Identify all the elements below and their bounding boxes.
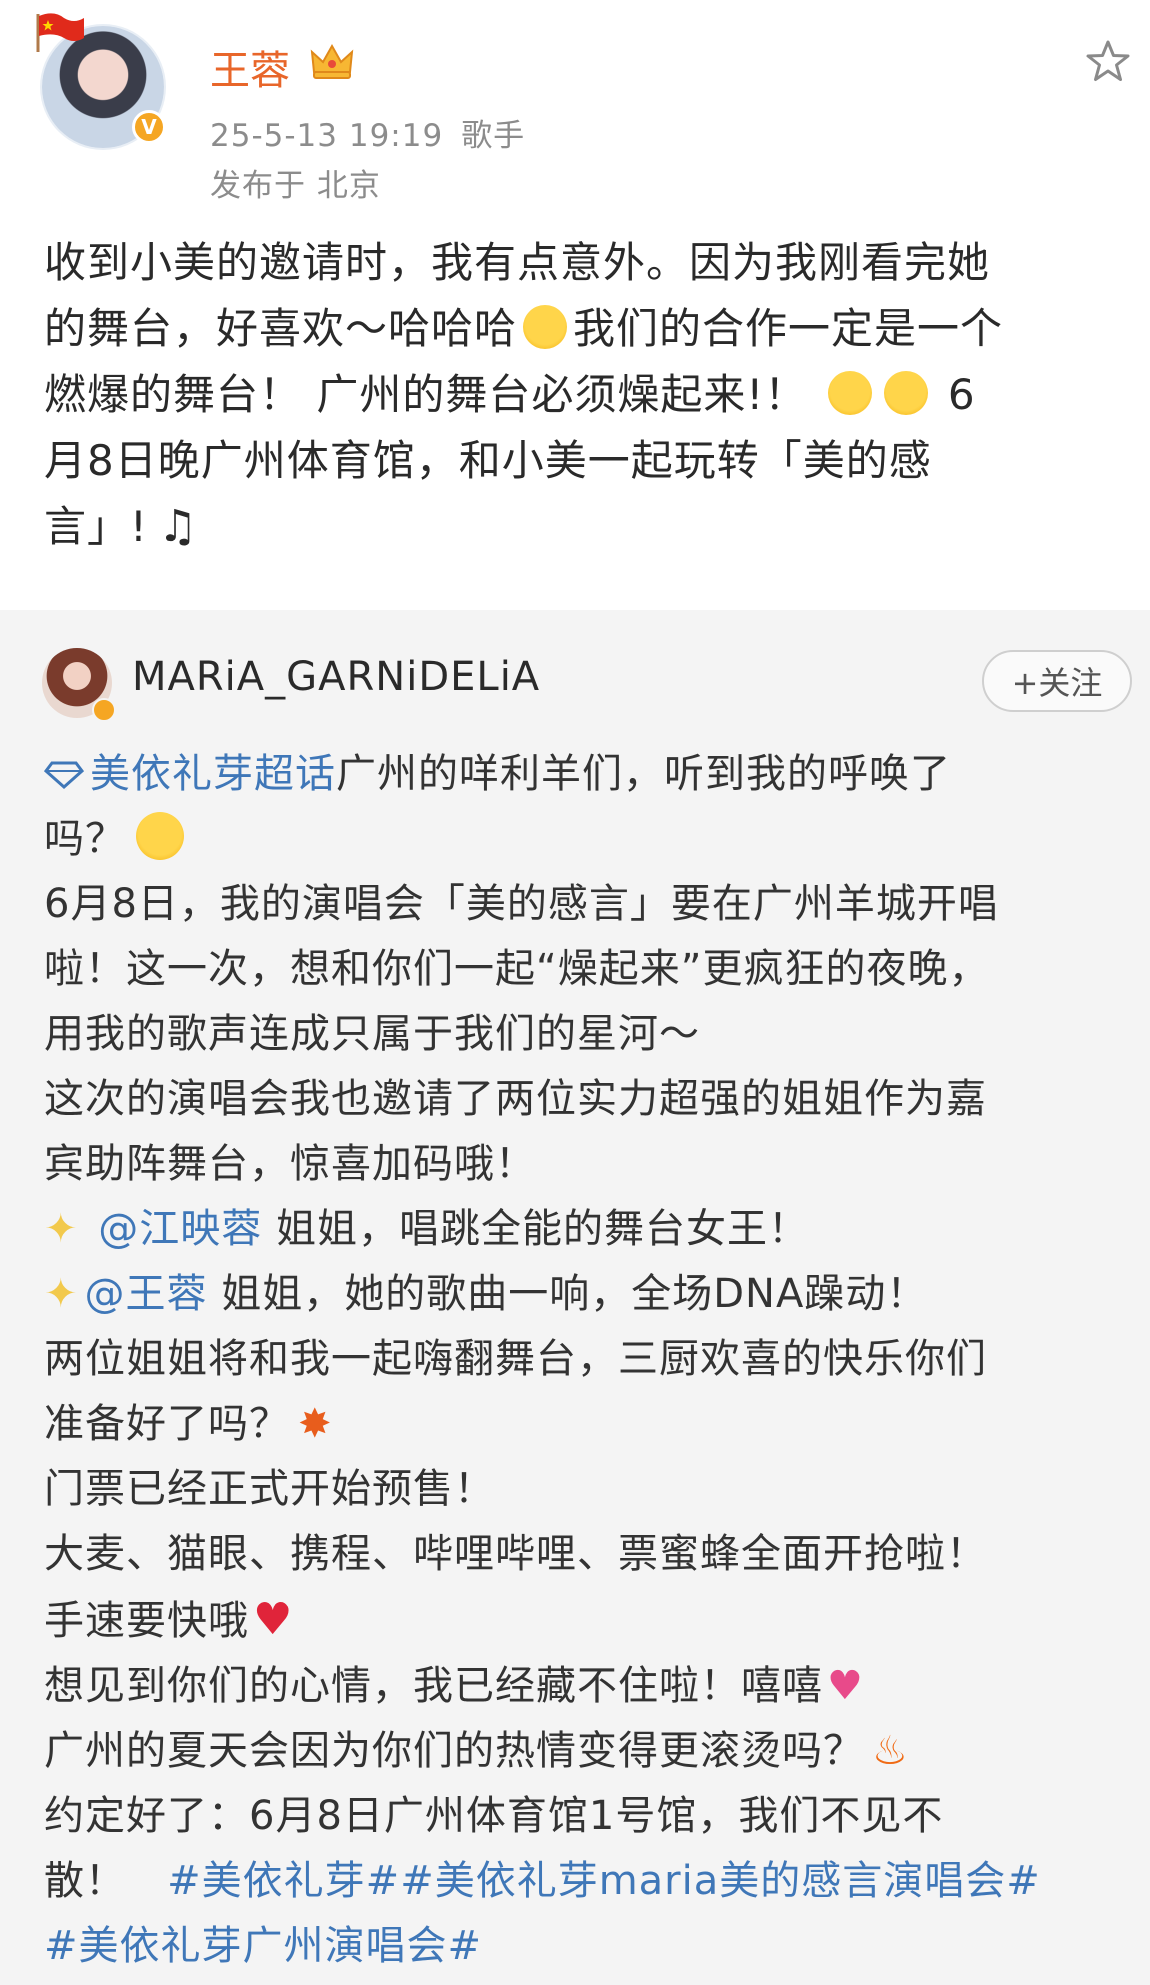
laugh-cry-emoji-icon: [827, 371, 872, 415]
music-note-icon: ♫: [157, 501, 199, 552]
repost-line: #美依礼芽广州演唱会#: [44, 1914, 1124, 1979]
grin-emoji-icon: [136, 812, 184, 860]
post-line: 言」! ♫: [44, 501, 199, 552]
repost-line: 门票已经正式开始预售！: [44, 1466, 495, 1512]
repost-line: 吗？: [44, 807, 1124, 872]
follow-button[interactable]: +关注: [982, 650, 1132, 712]
post-meta: 25-5-13 19:19 歌手: [210, 110, 525, 155]
hashtag-link[interactable]: #美依礼芽maria美的感言演唱会#: [400, 1858, 1041, 1904]
crown-icon[interactable]: [308, 42, 356, 82]
reposted-content[interactable]: MARiA_GARNiDELiA +关注 美依礼芽超话广州的咩利羊们，听到我的呼…: [0, 610, 1150, 1985]
china-flag-icon: [36, 13, 84, 52]
author-avatar[interactable]: V: [36, 13, 170, 152]
post-line: 月8日晚广州体育馆，和小美一起玩转「美的感: [44, 436, 932, 485]
verified-badge-icon: [92, 698, 116, 722]
post-line: 燃爆的舞台！ 广州的舞台必须燥起来!！ 6: [44, 370, 976, 419]
post-location: 发布于 北京: [210, 168, 381, 204]
repost-body: 美依礼芽超话广州的咩利羊们，听到我的呼唤了 吗？ 6月8日，我的演唱会「美的感言…: [44, 742, 1124, 1979]
verified-badge-icon: V: [132, 110, 166, 144]
repost-line: 宾助阵舞台，惊喜加码哦！: [44, 1141, 536, 1187]
repost-line: 想见到你们的心情，我已经藏不住啦！嘻嘻 ♥: [44, 1663, 864, 1709]
original-post: V 王蓉 25-5-13 19:19 歌手 发布于 北京 收到小美的邀请时，我有点…: [0, 0, 1150, 610]
repost-line: 美依礼芽超话广州的咩利羊们，听到我的呼唤了: [44, 742, 1124, 807]
post-body: 收到小美的邀请时，我有点意外。因为我刚看完她 的舞台，好喜欢～哈哈哈 我们的合作一…: [44, 230, 1124, 560]
repost-line: 散！ #美依礼芽##美依礼芽maria美的感言演唱会#: [44, 1858, 1041, 1904]
diamond-icon: [44, 761, 84, 789]
repost-line: 广州的夏天会因为你们的热情变得更滚烫吗？ ♨: [44, 1728, 909, 1774]
mention-link[interactable]: @王蓉: [85, 1271, 208, 1317]
repost-line: ✦ @江映蓉 姐姐，唱跳全能的舞台女王！: [44, 1206, 809, 1252]
collision-emoji-icon: ✸: [298, 1401, 333, 1447]
repost-line: 这次的演唱会我也邀请了两位实力超强的姐姐作为嘉: [44, 1076, 987, 1122]
repost-line: ✦ @王蓉 姐姐，她的歌曲一响，全场DNA躁动！: [44, 1271, 928, 1317]
hashtag-link[interactable]: #美依礼芽广州演唱会#: [44, 1923, 482, 1969]
star-icon[interactable]: [1084, 38, 1132, 86]
repost-author-name[interactable]: MARiA_GARNiDELiA: [132, 654, 540, 700]
repost-line: 用我的歌声连成只属于我们的星河～: [44, 1011, 700, 1057]
laugh-cry-emoji-icon: [883, 371, 928, 415]
repost-line: 6月8日，我的演唱会「美的感言」要在广州羊城开唱: [44, 881, 999, 927]
mention-link[interactable]: @江映蓉: [98, 1206, 262, 1252]
fire-emoji-icon: ♨: [872, 1728, 909, 1774]
super-topic-link[interactable]: 美依礼芽超话: [44, 751, 336, 797]
repost-line: 约定好了：6月8日广州体育馆1号馆，我们不见不: [44, 1793, 944, 1839]
heart-arrow-emoji-icon: ♥: [827, 1663, 864, 1709]
hashtag-link[interactable]: #美依礼芽#: [167, 1858, 400, 1904]
repost-line: 准备好了吗？ ✸: [44, 1401, 333, 1447]
repost-line: 啦！这一次，想和你们一起“燥起来”更疯狂的夜晚，: [44, 946, 990, 992]
sparkles-icon: ✦: [44, 1271, 79, 1317]
surprised-emoji-icon: [523, 305, 568, 349]
author-tag: 歌手: [461, 118, 526, 154]
author-name[interactable]: 王蓉: [210, 38, 290, 96]
post-timestamp: 25-5-13 19:19: [210, 118, 444, 154]
repost-line: 大麦、猫眼、携程、哔哩哔哩、票蜜蜂全面开抢啦！: [44, 1531, 987, 1577]
post-line: 的舞台，好喜欢～哈哈哈 我们的合作一定是一个: [44, 304, 1004, 353]
repost-line: 两位姐姐将和我一起嗨翻舞台，三厨欢喜的快乐你们: [44, 1336, 987, 1382]
repost-line: 手速要快哦♥: [44, 1594, 294, 1645]
sparkles-icon: ✦: [44, 1206, 79, 1252]
heart-emoji-icon: ♥: [253, 1594, 294, 1645]
post-line: 收到小美的邀请时，我有点意外。因为我刚看完她: [44, 238, 991, 287]
